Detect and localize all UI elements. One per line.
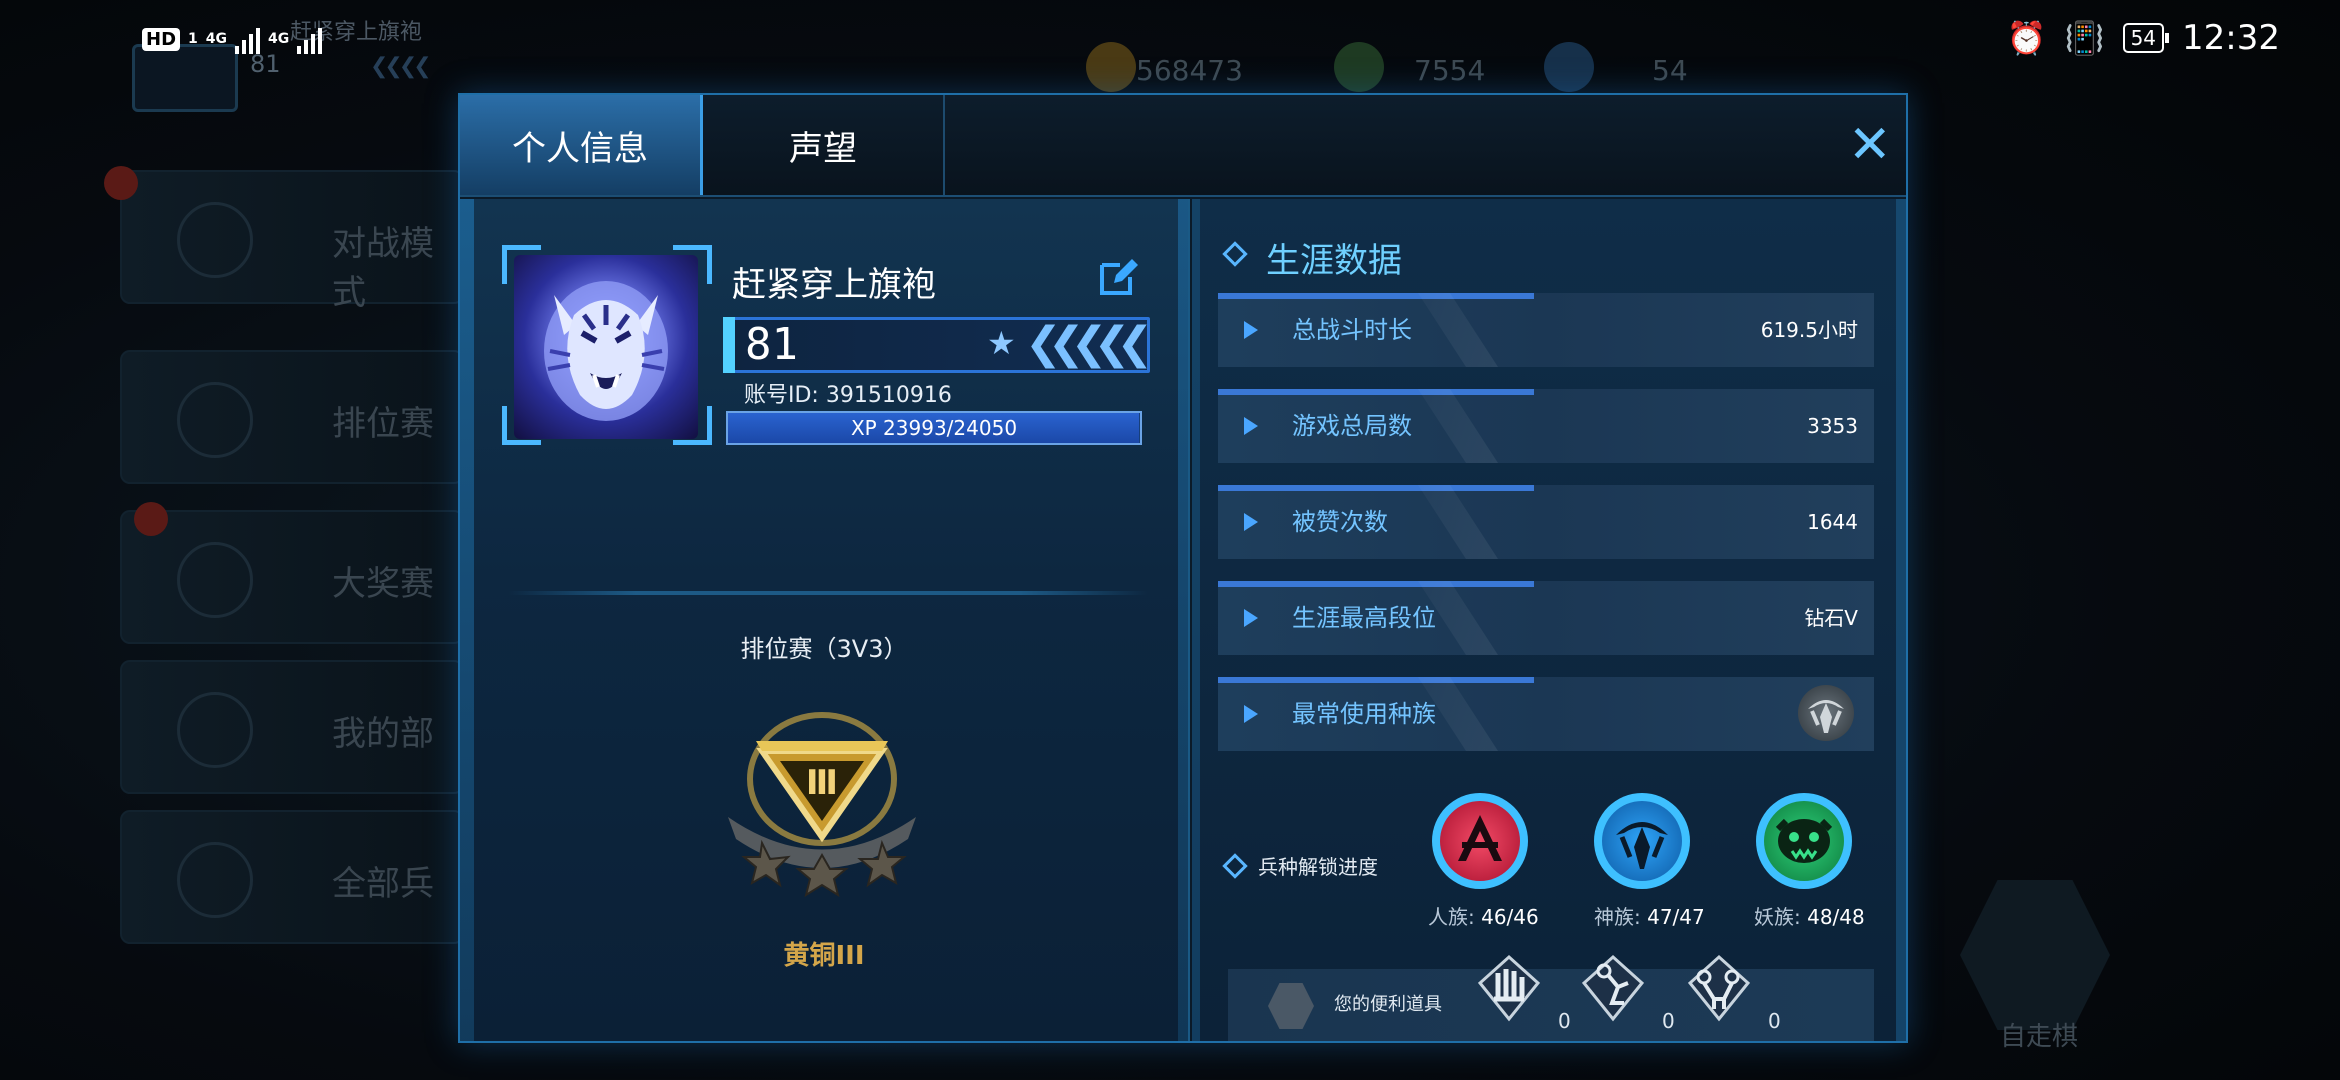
ranked-title: 排位赛（3V3） — [740, 635, 908, 663]
play-arrow-icon — [1244, 609, 1258, 627]
sim-indicator: 1 — [188, 31, 198, 47]
stat-value: 3353 — [1807, 414, 1858, 438]
tool-hand-count: 0 — [1558, 1009, 1571, 1033]
rank-numeral: Ⅲ — [805, 763, 839, 803]
bg-notification-dot — [134, 502, 168, 536]
stat-row-likes: 被赞次数 1644 — [1218, 485, 1874, 559]
demon-race-progress: 妖族: 48/48 — [1754, 905, 1865, 929]
close-button[interactable]: ✕ — [1848, 119, 1892, 171]
stat-label: 总战斗时长 — [1292, 316, 1412, 344]
network-type-2: 4G — [268, 31, 290, 47]
player-name: 赶紧穿上旗袍 — [732, 265, 936, 305]
profile-dialog: 个人信息 声望 ✕ 赶紧穿上旗袍 81 ★ ❮❮❮❮❮ 账号ID: 391510… — [458, 93, 1908, 1043]
stat-label: 被赞次数 — [1292, 508, 1388, 536]
edit-name-icon[interactable] — [1098, 257, 1138, 297]
bg-menu-grandprix: 大奖赛 — [120, 510, 464, 644]
status-left: HD 1 4G 4G — [142, 24, 323, 54]
tool-robot-count: 0 — [1662, 1009, 1675, 1033]
play-arrow-icon — [1244, 513, 1258, 531]
shen-race-emblem-icon — [1798, 685, 1854, 741]
play-arrow-icon — [1244, 321, 1258, 339]
stat-label: 游戏总局数 — [1292, 412, 1412, 440]
stat-value: 619.5小时 — [1760, 318, 1858, 342]
career-panel: 生涯数据 总战斗时长 619.5小时 游戏总局数 3353 被赞次数 1644 … — [1192, 199, 1906, 1041]
career-title: 生涯数据 — [1266, 241, 1402, 281]
bg-autochess-portrait — [1960, 880, 2110, 1030]
panel-frame — [460, 199, 474, 1041]
signal-icon — [235, 24, 260, 54]
play-arrow-icon — [1244, 705, 1258, 723]
rank-chevrons-icon: ❮❮❮❮❮ — [1025, 318, 1153, 369]
bg-menu-all-units: 全部兵 — [120, 810, 464, 944]
player-level: 81 — [745, 319, 798, 370]
panel-frame — [1178, 199, 1188, 1041]
panel-frame — [1896, 199, 1906, 1041]
status-bar: HD 1 4G 4G ⏰ 📳 54 12:32 — [0, 0, 2340, 80]
demon-race-icon[interactable] — [1756, 793, 1852, 889]
stat-label: 生涯最高段位 — [1292, 604, 1436, 632]
tool-robot-icon[interactable] — [1578, 953, 1648, 1023]
avatar[interactable] — [502, 245, 712, 445]
network-type-1: 4G — [205, 31, 227, 47]
unlock-progress-label: 兵种解锁进度 — [1258, 855, 1378, 879]
stat-row-highest-rank: 生涯最高段位 钻石V — [1218, 581, 1874, 655]
human-race-progress: 人族: 46/46 — [1428, 905, 1539, 929]
tool-arm-count: 0 — [1768, 1009, 1781, 1033]
status-right: ⏰ 📳 54 12:32 — [2007, 18, 2280, 58]
clock: 12:32 — [2182, 18, 2280, 58]
bg-menu-ranked: 排位赛 — [120, 350, 464, 484]
star-icon: ★ — [987, 324, 1016, 362]
bg-menu-battle: 对战模式 — [120, 170, 464, 313]
tiger-avatar-icon — [514, 255, 698, 439]
profile-left-panel: 赶紧穿上旗袍 81 ★ ❮❮❮❮❮ 账号ID: 391510916 XP 239… — [460, 199, 1190, 1041]
account-id-label: 账号ID: — [744, 383, 819, 408]
rank-name: 黄铜III — [783, 941, 865, 971]
play-arrow-icon — [1244, 417, 1258, 435]
god-race-progress: 神族: 47/47 — [1594, 905, 1705, 929]
tab-personal-info[interactable]: 个人信息 — [460, 95, 703, 195]
section-diamond-icon — [1222, 853, 1248, 879]
level-bar: 81 ★ ❮❮❮❮❮ — [723, 317, 1153, 373]
xp-text: XP 23993/24050 — [850, 416, 1018, 440]
battery-icon: 54 — [2122, 23, 2170, 53]
tab-bar: 个人信息 声望 ✕ — [460, 95, 1906, 197]
god-race-icon[interactable] — [1594, 793, 1690, 889]
signal-icon — [297, 24, 323, 54]
tab-reputation[interactable]: 声望 — [703, 95, 945, 195]
stat-row-total-games: 游戏总局数 3353 — [1218, 389, 1874, 463]
bg-menu-club: 我的部 — [120, 660, 464, 794]
convenience-tools-bar: 您的便利道具 0 0 0 — [1228, 954, 1874, 1041]
divider — [508, 591, 1148, 595]
tool-hand-icon[interactable] — [1474, 953, 1544, 1023]
account-id: 账号ID: 391510916 — [744, 377, 952, 409]
section-diamond-icon — [1222, 241, 1248, 267]
alarm-icon: ⏰ — [2006, 19, 2047, 57]
bg-notification-dot — [104, 166, 138, 200]
bg-autochess-label: 自走棋 — [2000, 1022, 2079, 1052]
stat-row-favorite-race: 最常使用种族 — [1218, 677, 1874, 751]
xp-progress-bar: XP 23993/24050 — [726, 411, 1142, 445]
tools-cube-icon — [1268, 983, 1314, 1029]
account-id-value: 391510916 — [825, 383, 952, 408]
tools-label: 您的便利道具 — [1334, 994, 1442, 1015]
stat-value: 1644 — [1807, 510, 1858, 534]
bronze-rank-badge-icon: Ⅲ — [722, 707, 922, 898]
vibrate-icon: 📳 — [2064, 19, 2105, 57]
stat-row-battle-time: 总战斗时长 619.5小时 — [1218, 293, 1874, 367]
stat-label: 最常使用种族 — [1292, 700, 1436, 728]
stat-value: 钻石V — [1804, 606, 1858, 630]
panel-frame — [1192, 199, 1200, 1041]
human-race-icon[interactable] — [1432, 793, 1528, 889]
hd-indicator: HD — [142, 27, 181, 51]
tool-arm-icon[interactable] — [1684, 953, 1754, 1023]
